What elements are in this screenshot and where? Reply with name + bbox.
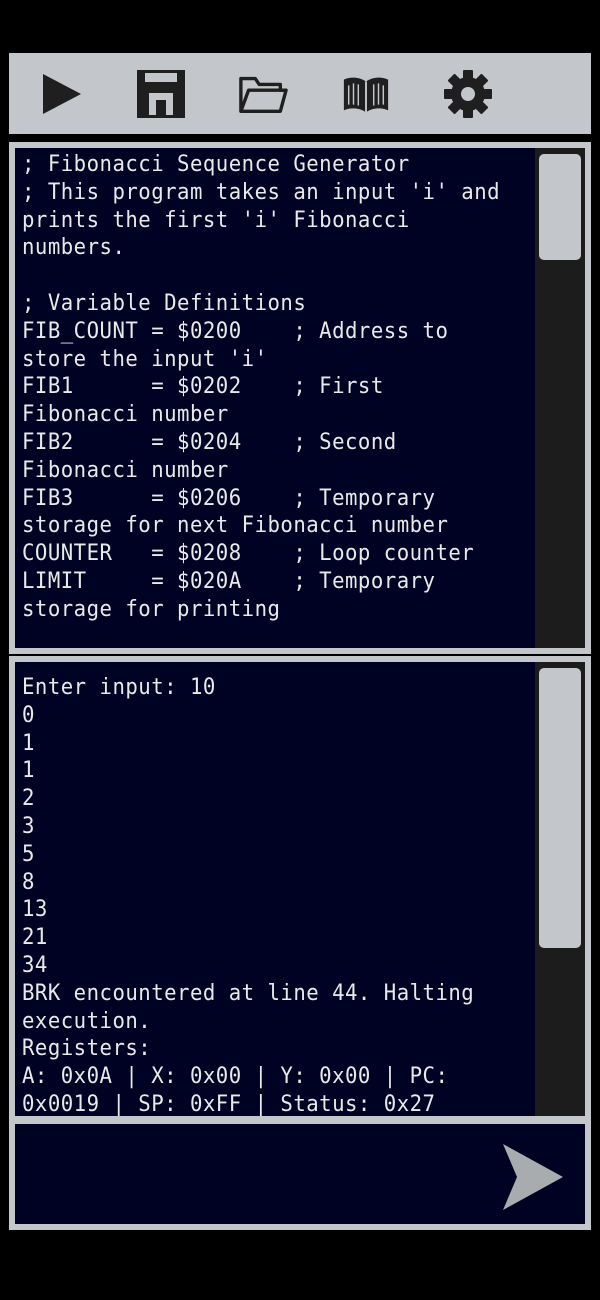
editor-scrollbar-thumb[interactable] <box>539 154 581 260</box>
run-button[interactable] <box>36 69 86 119</box>
input-box <box>15 1124 585 1224</box>
console-scrollbar[interactable] <box>535 662 585 1116</box>
console-text: Enter input: 10 0 1 1 2 3 5 8 13 21 34 B… <box>22 675 475 1116</box>
open-button[interactable] <box>238 69 288 119</box>
save-icon <box>137 70 185 118</box>
console-output: Enter input: 10 0 1 1 2 3 5 8 13 21 34 B… <box>15 662 585 1116</box>
code-text[interactable]: ; Fibonacci Sequence Generator ; This pr… <box>22 151 506 648</box>
settings-button[interactable] <box>443 69 493 119</box>
console-frame: Enter input: 10 0 1 1 2 3 5 8 13 21 34 B… <box>9 656 591 1122</box>
gear-icon <box>444 70 492 118</box>
editor-scrollbar[interactable] <box>535 148 585 648</box>
folder-open-icon <box>239 76 288 113</box>
send-arrow-icon <box>503 1144 563 1210</box>
save-button[interactable] <box>136 69 186 119</box>
code-editor[interactable]: ; Fibonacci Sequence Generator ; This pr… <box>15 148 585 648</box>
book-icon <box>343 77 389 113</box>
console-scrollbar-thumb[interactable] <box>539 668 581 948</box>
editor-frame: ; Fibonacci Sequence Generator ; This pr… <box>9 142 591 654</box>
console-input[interactable] <box>23 1132 477 1214</box>
toolbar <box>9 53 591 134</box>
play-icon <box>43 74 81 114</box>
send-button[interactable] <box>497 1140 567 1214</box>
docs-button[interactable] <box>341 69 391 119</box>
input-frame <box>9 1118 591 1230</box>
